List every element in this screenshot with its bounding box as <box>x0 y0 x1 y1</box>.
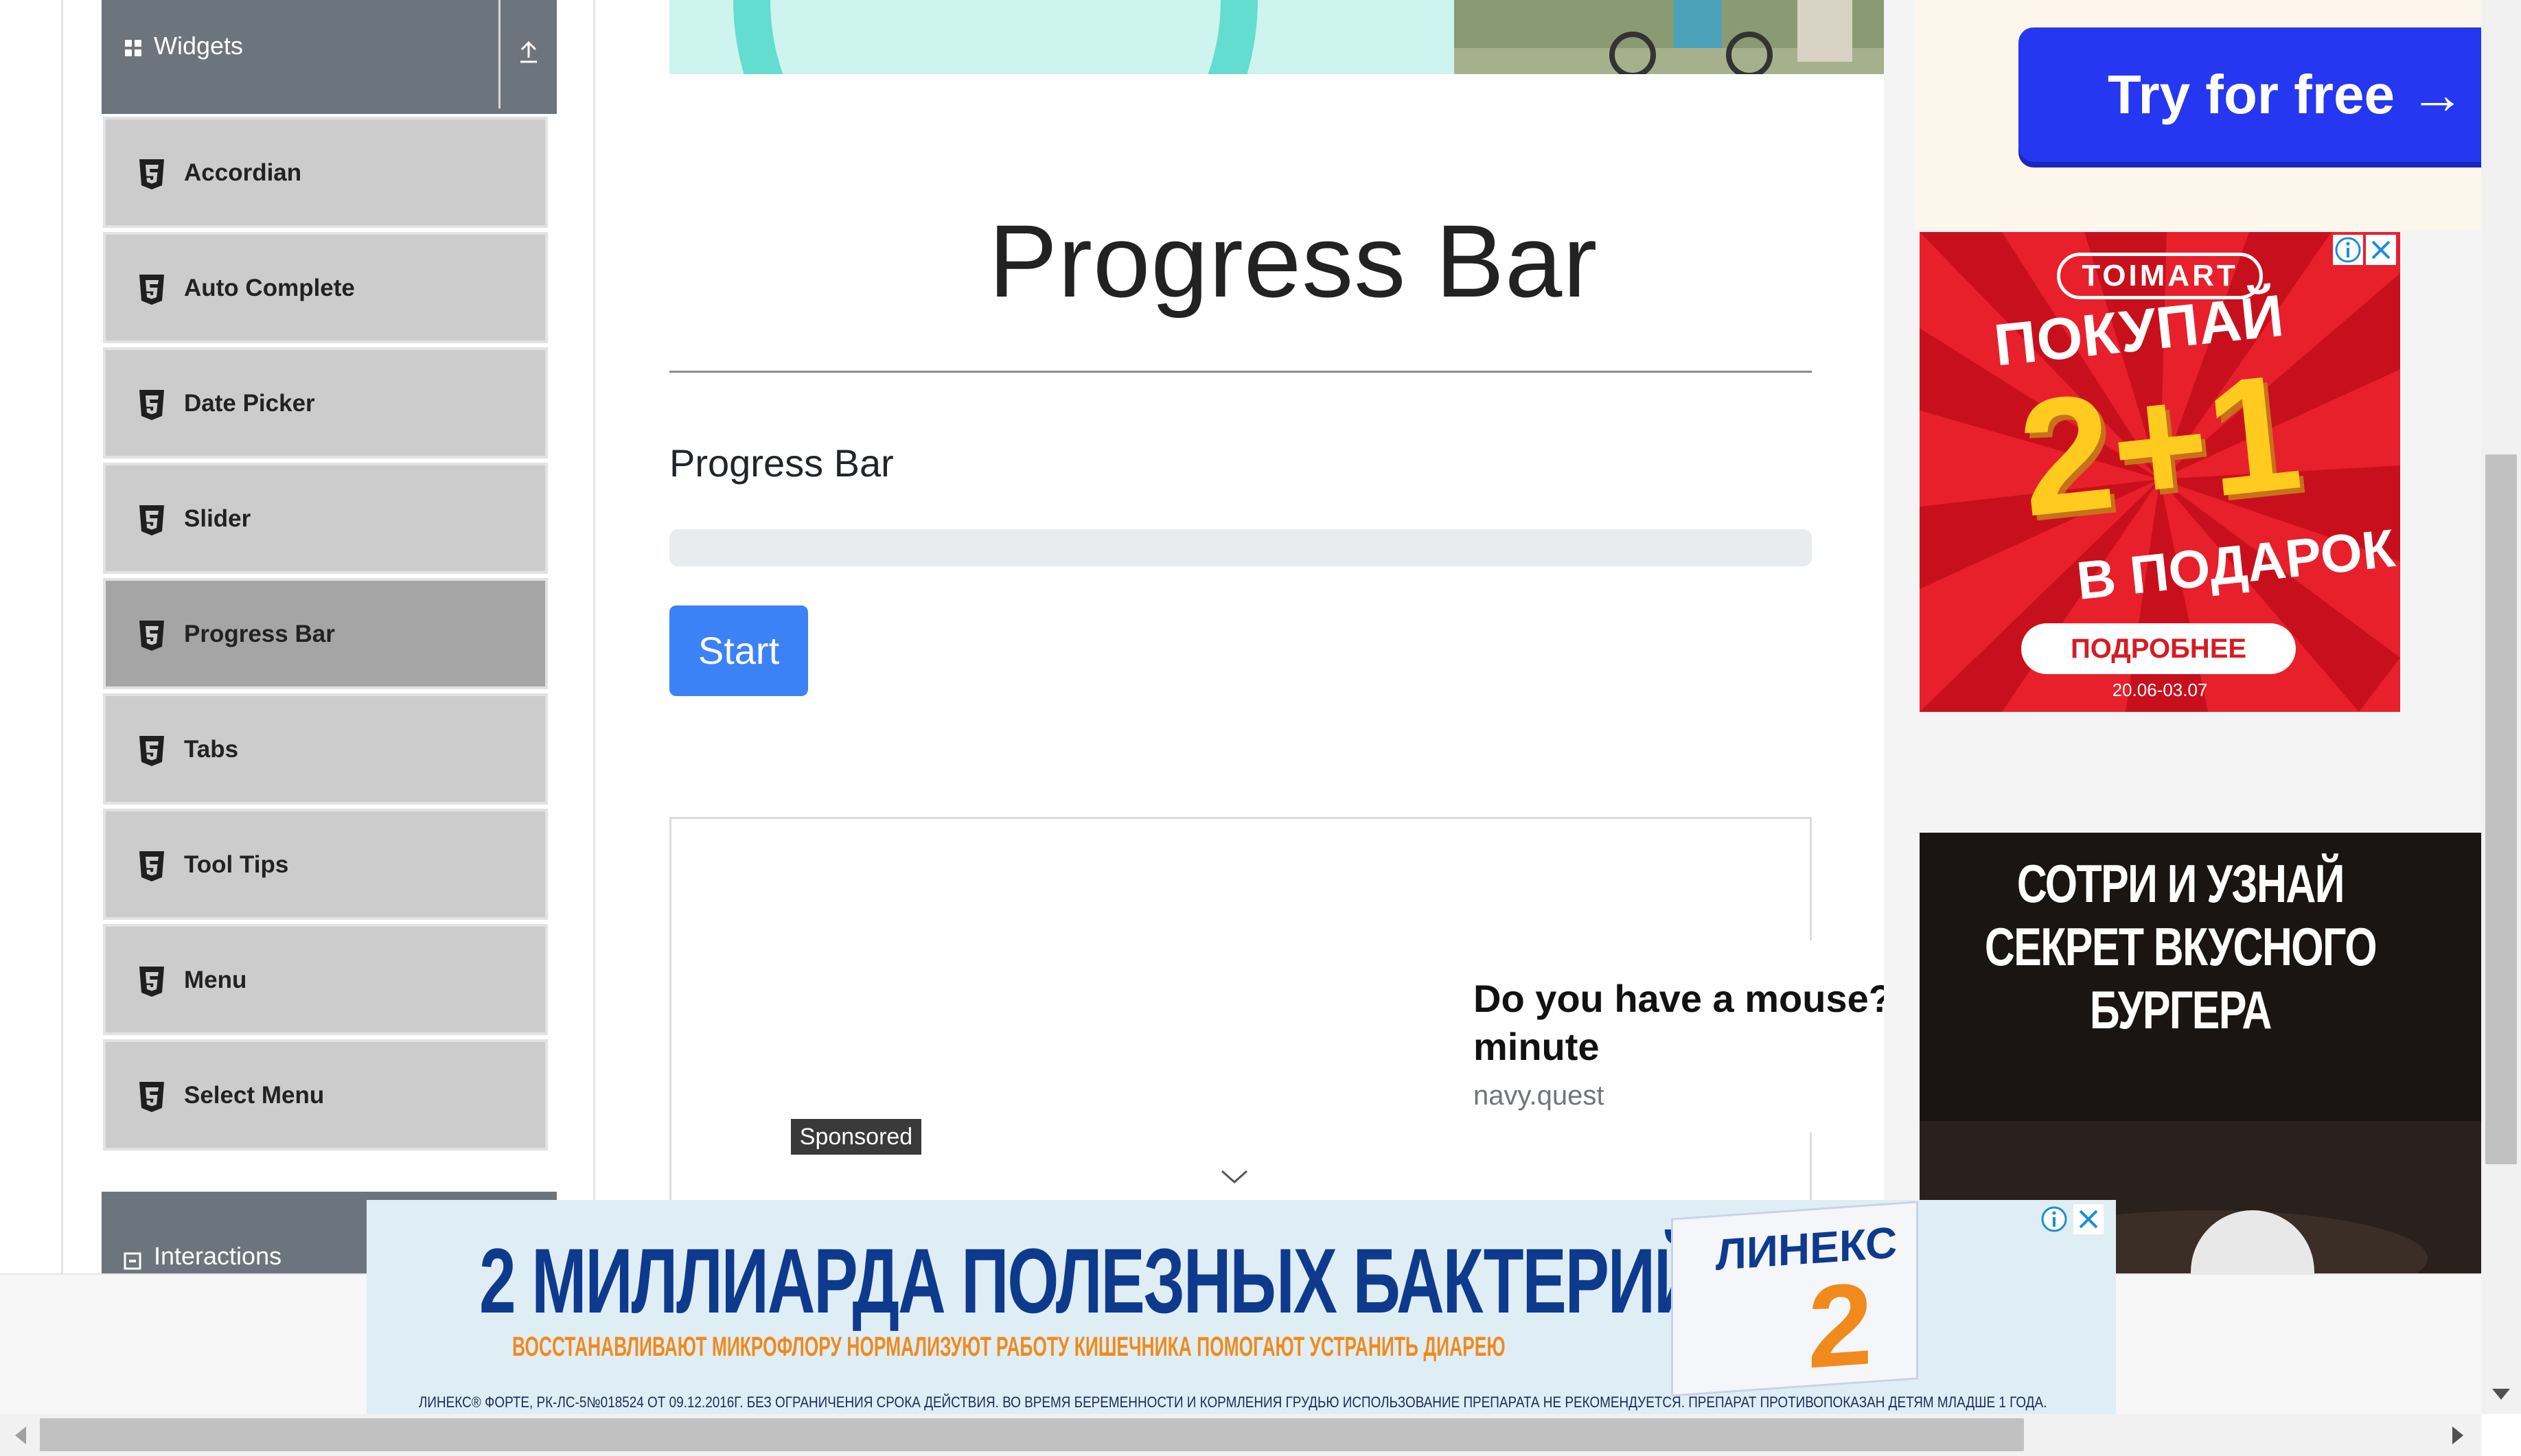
sidebar-left-border <box>61 0 63 1273</box>
grid-icon <box>125 40 141 56</box>
try-free-button[interactable]: Try for free → <box>2018 27 2481 162</box>
sidebar-item-auto-complete[interactable]: Auto Complete <box>103 232 548 343</box>
vertical-scrollbar-thumb[interactable] <box>2485 454 2517 1164</box>
sidebar-item-label: Menu <box>184 967 247 993</box>
bottom-ad-subline: ВОССТАНАВЛИВАЮТ МИКРОФЛОРУ НОРМАЛИЗУЮТ Р… <box>512 1332 1506 1362</box>
html5-icon <box>139 159 164 189</box>
sidebar-item-label: Tabs <box>184 736 239 763</box>
title-divider <box>669 371 1812 373</box>
product-pack-number: 2 <box>1808 1258 1873 1394</box>
start-button[interactable]: Start <box>669 605 808 696</box>
collapse-up-icon[interactable] <box>515 36 542 66</box>
progress-bar <box>669 529 1812 566</box>
sidebar-item-select-menu[interactable]: Select Menu <box>103 1039 548 1151</box>
ad-info-icon[interactable] <box>2333 235 2363 265</box>
toimart-ad[interactable]: TOIMART ПОКУПАЙ 2+1 В ПОДАРОК ПОДРОБНЕЕ … <box>1920 232 2400 712</box>
page-title: Progress Bar <box>989 203 1598 319</box>
html5-icon <box>139 390 164 420</box>
html5-icon <box>139 505 164 535</box>
widgets-group-header[interactable]: Widgets <box>102 0 557 114</box>
sidebar-item-label: Progress Bar <box>184 621 335 647</box>
ad-close-icon[interactable] <box>2073 1204 2104 1234</box>
chevron-down-icon[interactable] <box>1219 1167 1250 1186</box>
html5-icon <box>139 621 164 651</box>
sponsored-badge: Sponsored <box>791 1119 921 1155</box>
sidebar-item-tabs[interactable]: Tabs <box>103 693 548 805</box>
native-ad-title[interactable]: Do you have a mouse? minute <box>1473 975 1899 1071</box>
ad-info-icon[interactable] <box>2039 1204 2069 1234</box>
toimart-more-button[interactable]: ПОДРОБНЕЕ <box>2021 623 2296 674</box>
widgets-group-label: Widgets <box>154 32 244 60</box>
scroll-right-arrow-icon[interactable] <box>2450 1424 2466 1447</box>
top-banner-photo <box>1454 0 1884 74</box>
horizontal-scrollbar-thumb[interactable] <box>40 1418 2024 1451</box>
toimart-dates: 20.06-03.07 <box>2112 680 2208 700</box>
scroll-down-arrow-icon[interactable] <box>2489 1383 2513 1404</box>
sidebar-item-menu[interactable]: Menu <box>103 924 548 1035</box>
toimart-offer: 2+1 <box>2011 338 2309 551</box>
html5-icon <box>139 851 164 881</box>
sidebar-right-border <box>593 0 595 1273</box>
header-divider <box>498 0 500 108</box>
html5-icon <box>139 1082 164 1112</box>
html5-icon <box>139 967 164 997</box>
burger-ad-text: СОТРИ И УЗНАЙ СЕКРЕТ ВКУСНОГО БУРГЕРА <box>1984 853 2378 1040</box>
progress-bar-label: Progress Bar <box>669 441 894 485</box>
bottom-ad-headline: 2 МИЛЛИАРДА ПОЛЕЗНЫХ БАКТЕРИЙ <box>479 1230 1701 1332</box>
product-package-image: ЛИНЕКС 2 <box>1671 1201 1918 1397</box>
ad-close-icon[interactable] <box>2366 235 2396 265</box>
bottom-ad-legal-text: ЛИНЕКС® ФОРТЕ, РК-ЛС-5№018524 ОТ 09.12.2… <box>419 1394 2047 1411</box>
sidebar-item-label: Auto Complete <box>184 275 355 301</box>
interactions-icon <box>124 1252 141 1270</box>
sidebar-item-progress-bar[interactable]: Progress Bar <box>103 578 548 689</box>
sidebar-item-tool-tips[interactable]: Tool Tips <box>103 809 548 920</box>
sidebar-item-label: Slider <box>184 505 251 532</box>
sidebar-item-accordian[interactable]: Accordian <box>103 117 548 228</box>
sidebar-item-date-picker[interactable]: Date Picker <box>103 347 548 459</box>
bottom-banner-ad[interactable]: 2 МИЛЛИАРДА ПОЛЕЗНЫХ БАКТЕРИЙ ВОССТАНАВЛ… <box>367 1200 2116 1414</box>
sidebar-item-label: Select Menu <box>184 1082 325 1109</box>
html5-icon <box>139 275 164 305</box>
scroll-left-arrow-icon[interactable] <box>12 1424 29 1447</box>
sidebar-item-label: Date Picker <box>184 390 315 417</box>
html5-icon <box>139 736 164 766</box>
sidebar-item-label: Tool Tips <box>184 851 289 878</box>
top-banner-image <box>669 0 1454 74</box>
sidebar-item-label: Accordian <box>184 159 302 186</box>
sidebar-item-slider[interactable]: Slider <box>103 463 548 574</box>
interactions-group-label: Interactions <box>154 1242 282 1270</box>
native-ad-domain[interactable]: navy.quest <box>1473 1078 1604 1113</box>
